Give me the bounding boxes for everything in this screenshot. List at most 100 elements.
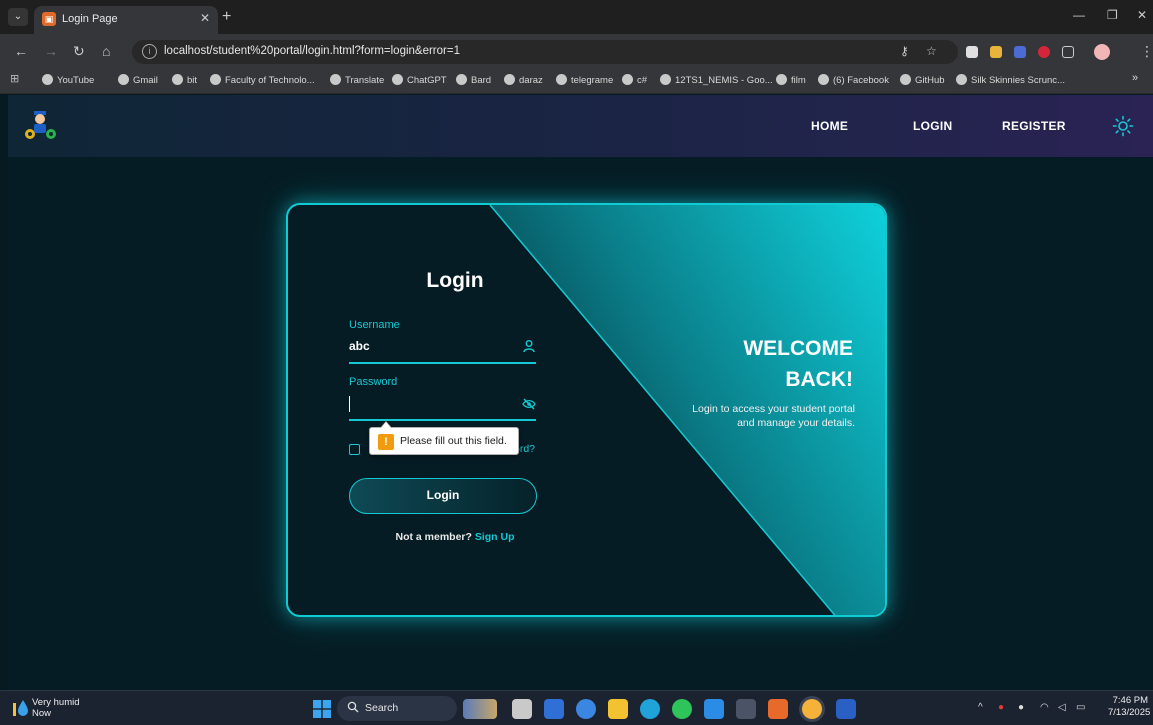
home-icon[interactable]: ⌂ [102,43,110,59]
zotero-extension-icon[interactable] [1014,46,1026,58]
bookmark-nemis[interactable]: 12TS1_NEMIS - Goo... [660,74,773,86]
username-input[interactable]: abc [349,339,370,353]
bookmarks-bar: ⊞ YouTube Gmail bit Faculty of Technolo.… [0,68,1153,94]
chrome-icon[interactable] [802,699,822,719]
tab-favicon-icon: ▣ [42,12,56,26]
apps-grid-icon[interactable]: ⊞ [10,72,19,85]
minimize-icon[interactable]: — [1073,8,1085,22]
warning-icon: ! [378,434,394,450]
bookmark-daraz[interactable]: daraz [504,74,543,86]
extension-icon[interactable] [990,46,1002,58]
window-close-icon[interactable]: ✕ [1137,8,1147,22]
welcome-line-1: WELCOME [743,337,853,360]
photos-app-icon[interactable] [544,699,564,719]
tray-overflow-icon[interactable]: ^ [978,702,983,713]
new-tab-icon[interactable]: + [222,8,231,26]
bookmark-facebook[interactable]: (6) Facebook [818,74,889,86]
globe-icon [118,74,129,85]
edge-browser-icon[interactable] [640,699,660,719]
remember-me-checkbox[interactable] [349,444,360,455]
tray-sync-icon[interactable]: ● [1018,702,1024,713]
taskbar-search[interactable]: Search [337,696,457,721]
bookmarks-overflow-icon[interactable]: » [1132,72,1138,84]
nav-home-link[interactable]: HOME [811,119,848,133]
wifi-icon[interactable]: ◠ [1040,702,1049,713]
clock-date: 7/13/2025 [1108,707,1151,718]
signup-row: Not a member? Sign Up [288,531,622,543]
weather-widget[interactable]: Very humid Now [32,697,80,719]
vscode-icon[interactable] [704,699,724,719]
bookmark-translate[interactable]: Translate [330,74,384,86]
bookmark-telegrame[interactable]: telegrame [556,74,613,86]
nav-register-link[interactable]: REGISTER [1002,119,1066,133]
globe-icon [900,74,911,85]
terminal-icon[interactable] [736,699,756,719]
validation-message: Please fill out this field. [400,435,507,447]
extensions-puzzle-icon[interactable] [1062,46,1074,58]
bookmark-youtube[interactable]: YouTube [42,74,94,86]
password-underline [349,419,536,421]
globe-icon [42,74,53,85]
welcome-heading: WELCOME BACK! [743,333,853,395]
globe-icon [210,74,221,85]
tab-close-icon[interactable]: ✕ [200,11,210,25]
restore-icon[interactable]: ❐ [1107,8,1118,22]
bookmark-chatgpt[interactable]: ChatGPT [392,74,447,86]
browser-tab[interactable]: ▣ Login Page ✕ [34,6,218,34]
battery-icon[interactable]: ▭ [1076,702,1085,713]
username-underline [349,362,536,364]
back-icon[interactable]: ← [14,43,28,59]
camera-extension-icon[interactable] [966,46,978,58]
nav-login-link[interactable]: LOGIN [913,119,953,133]
tab-search-dropdown[interactable]: ⌄ [8,8,28,26]
welcome-subtitle: Login to access your student portal and … [692,403,855,429]
forward-icon[interactable]: → [44,43,58,59]
login-button[interactable]: Login [349,478,537,514]
student-gears-logo-icon[interactable] [24,109,58,141]
volume-icon[interactable]: ◁ [1058,702,1066,713]
bookmark-gmail[interactable]: Gmail [118,74,158,86]
login-title: Login [426,269,484,292]
reload-icon[interactable]: ↻ [73,43,85,59]
password-key-icon[interactable]: ⚷ [900,44,909,58]
whatsapp-icon[interactable] [672,699,692,719]
signup-link[interactable]: Sign Up [475,531,515,543]
widgets-icon[interactable] [463,699,497,719]
windows-start-icon[interactable] [313,700,331,718]
bookmark-silk-skinnies[interactable]: Silk Skinnies Scrunc... [956,74,1065,86]
windows-taskbar: Very humid Now Search ^ ● ● ◠ ◁ ▭ 7:46 P… [0,690,1153,725]
bookmark-csharp[interactable]: c# [622,74,647,86]
task-view-icon[interactable] [512,699,532,719]
xampp-icon[interactable] [768,699,788,719]
search-icon [347,701,359,713]
clock-time: 7:46 PM [1112,695,1148,706]
browser-menu-icon[interactable]: ⋮ [1140,43,1153,59]
sun-icon[interactable] [1112,115,1134,137]
bookmark-github[interactable]: GitHub [900,74,945,86]
humidity-drop-icon[interactable] [12,699,28,717]
bookmark-bit[interactable]: bit [172,74,197,86]
copilot-icon[interactable] [576,699,596,719]
text-caret [349,396,350,412]
not-member-text: Not a member? [395,531,472,543]
site-info-icon[interactable]: i [142,44,157,59]
eye-off-icon[interactable] [522,397,536,411]
weather-text: Very humid [32,697,80,708]
url-field[interactable]: i localhost/student%20portal/login.html?… [132,40,958,64]
bookmark-faculty[interactable]: Faculty of Technolo... [210,74,315,86]
file-explorer-icon[interactable] [608,699,628,719]
tray-app-icon[interactable]: ● [998,702,1004,713]
system-clock[interactable]: 7:46 PM 7/13/2025 [1108,695,1151,719]
bookmark-star-icon[interactable]: ☆ [926,44,937,58]
browser-tab-bar: ⌄ ▣ Login Page ✕ + — ❐ ✕ [0,0,1153,34]
weather-sub: Now [32,708,52,719]
site-header: HOME LOGIN REGISTER [8,95,1153,157]
globe-icon [660,74,671,85]
wps-extension-icon[interactable] [1038,46,1050,58]
globe-icon [456,74,467,85]
profile-avatar[interactable] [1094,44,1110,60]
bookmark-film[interactable]: film [776,74,806,86]
word-icon[interactable] [836,699,856,719]
url-text[interactable]: localhost/student%20portal/login.html?fo… [164,45,460,57]
bookmark-bard[interactable]: Bard [456,74,491,86]
